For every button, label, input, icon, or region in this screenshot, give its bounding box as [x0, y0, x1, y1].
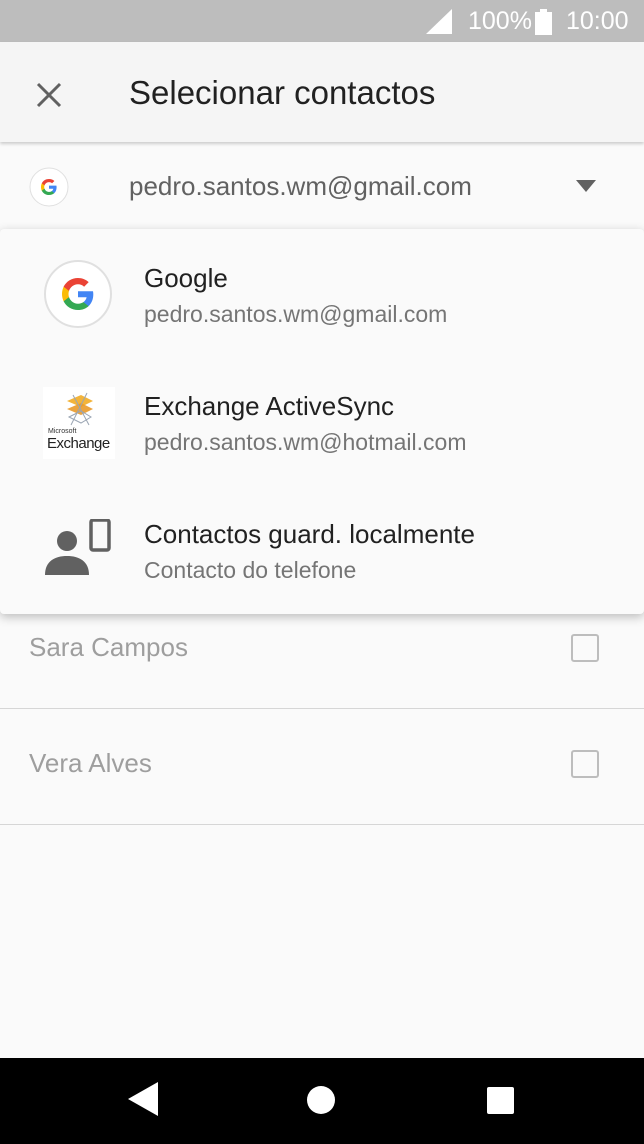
dropdown-item-subtitle: pedro.santos.wm@hotmail.com — [144, 429, 467, 455]
clock: 10:00 — [566, 7, 629, 35]
contact-name: Sara Campos — [29, 632, 188, 662]
recents-icon[interactable] — [487, 1087, 514, 1114]
battery-percent: 100% — [468, 7, 532, 35]
contact-checkbox[interactable] — [571, 634, 599, 662]
dropdown-item-title: Contactos guard. localmente — [144, 519, 475, 549]
dropdown-item-title: Exchange ActiveSync — [144, 391, 395, 421]
close-icon[interactable] — [34, 80, 64, 110]
account-dropdown-menu: Google pedro.santos.wm@gmail.com Microso… — [0, 229, 644, 614]
status-bar: 100% 10:00 — [0, 0, 644, 42]
google-icon — [44, 260, 112, 328]
dropdown-item-google[interactable]: Google pedro.santos.wm@gmail.com — [0, 229, 644, 357]
battery-icon — [535, 9, 552, 35]
signal-icon — [426, 9, 452, 34]
device-contact-icon — [45, 519, 111, 575]
page-title: Selecionar contactos — [129, 74, 436, 111]
contact-checkbox[interactable] — [571, 750, 599, 778]
dropdown-item-subtitle: pedro.santos.wm@gmail.com — [144, 301, 448, 327]
exchange-icon-text: Exchange — [47, 435, 110, 452]
dropdown-arrow-icon[interactable] — [576, 180, 596, 192]
home-icon[interactable] — [306, 1085, 336, 1115]
back-icon[interactable] — [128, 1082, 158, 1116]
contact-row[interactable]: Vera Alves — [0, 708, 644, 825]
account-email: pedro.santos.wm@gmail.com — [129, 171, 472, 201]
system-nav-bar — [0, 1058, 644, 1144]
contact-name: Vera Alves — [29, 748, 152, 778]
dropdown-item-local[interactable]: Contactos guard. localmente Contacto do … — [0, 485, 644, 613]
dropdown-item-title: Google — [144, 263, 228, 293]
exchange-logo-mark-icon — [67, 392, 93, 426]
dropdown-item-subtitle: Contacto do telefone — [144, 557, 357, 583]
google-small-icon — [29, 167, 69, 207]
app-toolbar: Selecionar contactos — [0, 42, 644, 142]
dropdown-item-exchange[interactable]: Microsoft Exchange Exchange ActiveSync p… — [0, 357, 644, 485]
exchange-icon: Microsoft Exchange — [43, 387, 115, 459]
exchange-icon-small-text: Microsoft — [48, 428, 77, 435]
account-selector[interactable]: pedro.santos.wm@gmail.com — [0, 145, 644, 229]
